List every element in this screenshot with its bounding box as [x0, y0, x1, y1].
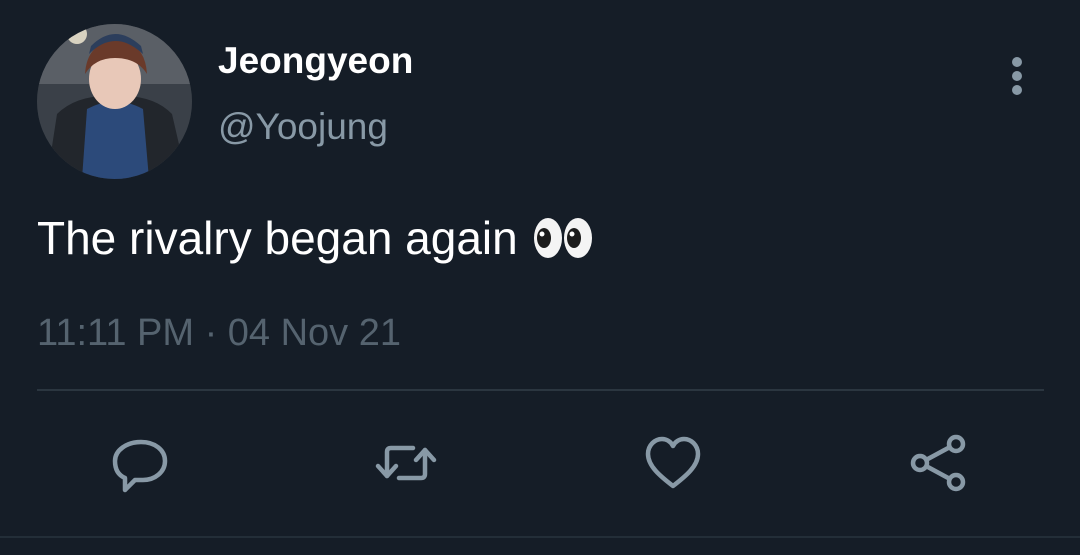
more-options-button[interactable]: [1000, 54, 1034, 98]
bottom-divider: [0, 536, 1080, 538]
more-vertical-icon: [1012, 57, 1022, 95]
tweet-text: The rivalry began again: [37, 208, 594, 268]
heart-icon: [645, 436, 701, 489]
like-button[interactable]: [640, 430, 706, 496]
eyes-emoji-icon: [532, 214, 594, 258]
share-button[interactable]: [906, 430, 972, 496]
tweet-text-content: The rivalry began again: [37, 212, 518, 264]
reply-button[interactable]: [107, 430, 173, 496]
avatar[interactable]: [37, 24, 192, 179]
retweet-button[interactable]: [373, 430, 439, 496]
tweet-timestamp[interactable]: 11:11 PM · 04 Nov 21: [37, 308, 401, 358]
avatar-image: [37, 24, 192, 179]
display-name[interactable]: Jeongyeon: [218, 38, 413, 84]
reply-icon: [112, 439, 168, 493]
user-handle[interactable]: @Yoojung: [218, 104, 388, 150]
divider: [37, 389, 1044, 391]
retweet-icon: [375, 445, 437, 481]
share-icon: [910, 434, 966, 492]
